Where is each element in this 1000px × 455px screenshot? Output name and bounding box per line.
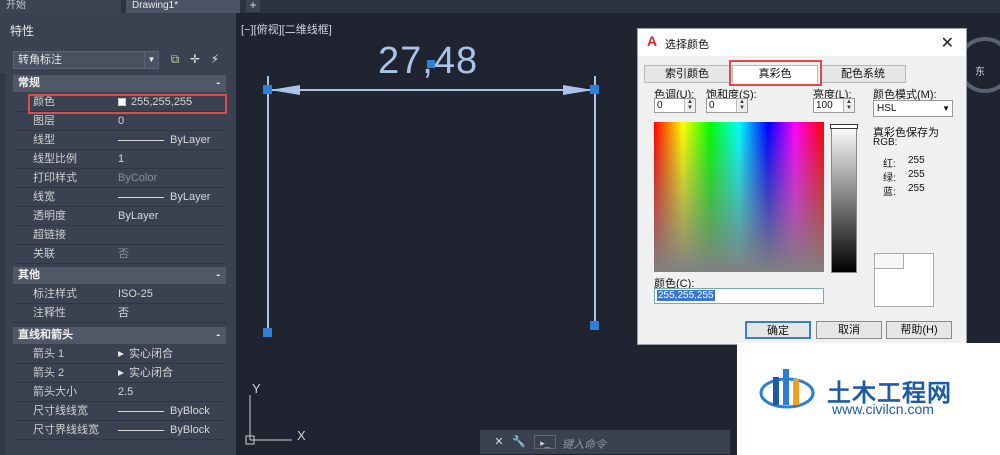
tab-color-books[interactable]: 配色系统 bbox=[820, 65, 906, 83]
luminance-value: 100 bbox=[816, 100, 833, 111]
spinner-arrows-icon[interactable]: ▲ ▼ bbox=[843, 99, 854, 112]
close-icon[interactable]: ✕ bbox=[492, 435, 506, 449]
spinner-arrows-icon[interactable]: ▲ ▼ bbox=[684, 99, 695, 112]
saturation-spinner[interactable]: 0 ▲ ▼ bbox=[706, 98, 748, 113]
active-tab-highlight bbox=[729, 60, 822, 86]
arrowhead-right-icon bbox=[563, 85, 593, 95]
ucs-y-label: Y bbox=[252, 381, 261, 396]
blue-value: 255 bbox=[908, 183, 925, 194]
dialog-title: 选择颜色 bbox=[665, 39, 709, 51]
watermark: 土木工程网 www.civilcn.com bbox=[737, 343, 1000, 455]
green-label: 绿: bbox=[883, 173, 896, 184]
civilcn-logo-icon bbox=[759, 369, 815, 409]
luminance-bar[interactable] bbox=[831, 125, 857, 273]
command-history-icon[interactable]: ▸_ bbox=[534, 435, 556, 449]
dialog-titlebar[interactable]: A 选择颜色 ✕ bbox=[638, 29, 966, 56]
spinner-arrows-icon[interactable]: ▲ ▼ bbox=[736, 99, 747, 112]
watermark-url: www.civilcn.com bbox=[832, 401, 934, 417]
color-model-value: HSL bbox=[877, 103, 897, 114]
color-preview bbox=[874, 253, 934, 307]
luminance-slider[interactable] bbox=[830, 124, 858, 129]
color-model-select[interactable]: HSL ▼ bbox=[873, 100, 953, 117]
ucs-x-label: X bbox=[297, 428, 306, 443]
viewcube-east-label[interactable]: 东 bbox=[975, 63, 985, 78]
color-value-input[interactable]: 255,255,255 bbox=[654, 288, 824, 304]
select-color-dialog: A 选择颜色 ✕ 索引颜色 真彩色 配色系统 色调(U): 0 ▲ ▼ 饱和度(S)… bbox=[637, 28, 967, 345]
hue-value: 0 bbox=[657, 100, 663, 111]
red-value: 255 bbox=[908, 155, 925, 166]
cancel-button[interactable]: 取消 bbox=[816, 321, 882, 339]
autocad-logo-icon: A bbox=[647, 33, 658, 49]
wrench-icon[interactable]: 🔧 bbox=[512, 435, 526, 449]
rgb-label: RGB: bbox=[873, 137, 898, 148]
red-label: 红: bbox=[883, 159, 896, 170]
grip-dim-right bbox=[590, 85, 599, 94]
green-value: 255 bbox=[908, 169, 925, 180]
grip-dim-left bbox=[263, 85, 272, 94]
grip-ext-right bbox=[590, 321, 599, 330]
luminance-spinner[interactable]: 100 ▲ ▼ bbox=[813, 98, 855, 113]
color-value-text: 255,255,255 bbox=[657, 290, 715, 301]
command-input[interactable]: 键入命令 bbox=[562, 436, 606, 452]
ok-button[interactable]: 确定 bbox=[745, 321, 811, 339]
tab-index-color[interactable]: 索引颜色 bbox=[644, 65, 730, 83]
arrowhead-left-icon bbox=[270, 85, 300, 95]
close-icon[interactable]: ✕ bbox=[941, 33, 954, 53]
chevron-down-icon: ▼ bbox=[942, 104, 950, 113]
hue-saturation-spectrum[interactable] bbox=[654, 122, 824, 272]
blue-label: 蓝: bbox=[883, 187, 896, 198]
autocad-window: 开始 Drawing1* + 特性 转角标注 ▼ ⧉ ✛ ⚡ 常规 - 颜色 2… bbox=[0, 0, 1000, 455]
hue-spinner[interactable]: 0 ▲ ▼ bbox=[654, 98, 696, 113]
saturation-value: 0 bbox=[709, 100, 715, 111]
grip-ext-left bbox=[263, 328, 272, 337]
dimension-text[interactable]: 27,48 bbox=[378, 40, 478, 83]
help-button[interactable]: 帮助(H) bbox=[886, 321, 952, 339]
command-line: ✕ 🔧 ▸_ 键入命令 bbox=[480, 430, 730, 454]
